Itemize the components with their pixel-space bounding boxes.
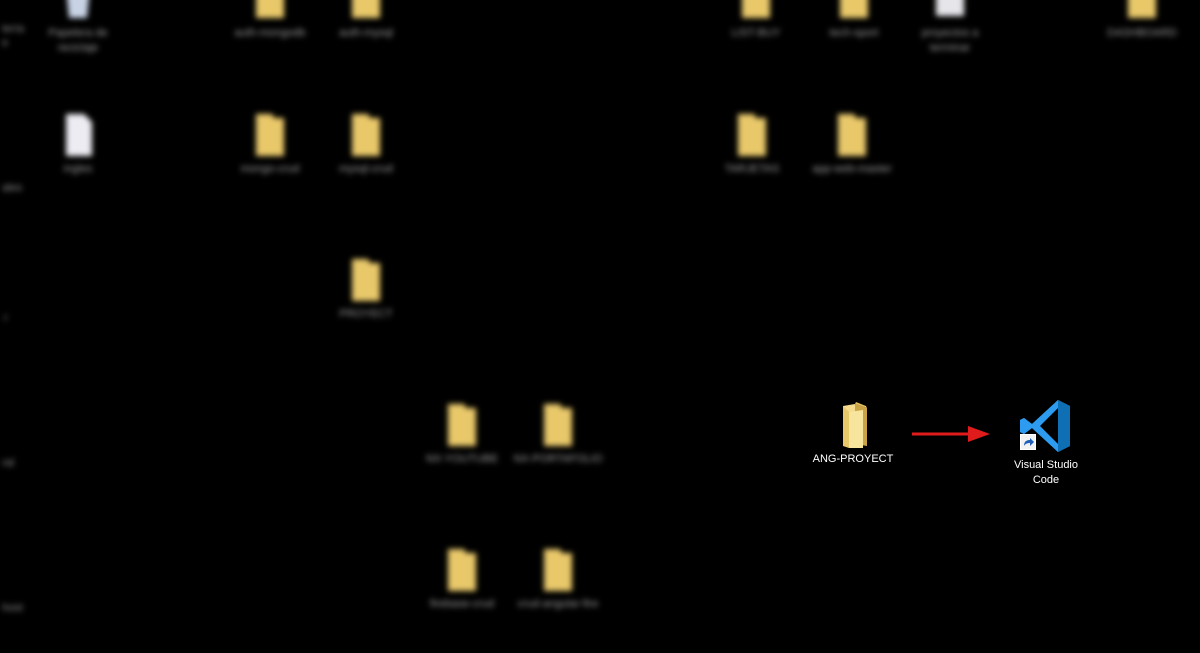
folder-icon xyxy=(838,114,866,156)
icon-label: NX-YOUTUBE xyxy=(425,453,499,465)
desktop-icon-folder[interactable]: tech-sport xyxy=(806,0,902,41)
folder-icon xyxy=(352,114,380,156)
folder-icon xyxy=(1128,0,1156,18)
icon-label: proyectos a terminar xyxy=(921,27,979,54)
folder-icon xyxy=(742,0,770,18)
desktop-icon-folder[interactable]: DASHBOARD xyxy=(1094,0,1190,41)
desktop-icon-folder[interactable]: LIST-BUY xyxy=(708,0,804,41)
desktop[interactable]: tería e ales r ral host Papelera de reci… xyxy=(0,0,1200,653)
desktop-icon-folder[interactable]: TARJETAS xyxy=(704,110,800,177)
icon-label: tech-sport xyxy=(829,27,879,39)
desktop-icon-folder[interactable]: firebase-crud xyxy=(414,545,510,612)
document-icon xyxy=(66,114,92,156)
icon-label: TARJETAS xyxy=(724,163,780,175)
desktop-icon-folder[interactable]: NX-PORTAFOLIO xyxy=(510,400,606,467)
desktop-icon-ang-proyect-folder[interactable]: ANG-PROYECT xyxy=(805,400,901,467)
edge-label: host xyxy=(2,602,23,614)
icon-label: PROYECT xyxy=(339,308,393,320)
desktop-icon-vscode-shortcut[interactable]: Visual Studio Code xyxy=(998,400,1094,488)
icon-label: crud-angular-fire xyxy=(517,598,599,610)
recycle-bin-icon xyxy=(67,0,89,18)
desktop-icon-folder[interactable]: auth-mongodb xyxy=(222,0,318,41)
icon-label: ANG-PROYECT xyxy=(812,453,894,465)
folder-icon xyxy=(352,0,380,18)
folder-icon xyxy=(738,114,766,156)
folder-icon xyxy=(840,0,868,18)
desktop-icon-folder[interactable]: mysql-crud xyxy=(318,110,414,177)
desktop-icon-document[interactable]: ingles xyxy=(30,110,126,177)
icon-label: Visual Studio Code xyxy=(1013,459,1078,486)
desktop-icon-document[interactable]: proyectos a terminar xyxy=(902,0,998,56)
icon-label: Papelera de reciclaje xyxy=(48,27,108,54)
edge-label: tería e xyxy=(2,23,25,49)
folder-icon xyxy=(448,404,476,446)
folder-icon xyxy=(544,549,572,591)
folder-icon xyxy=(448,549,476,591)
edge-label: ales xyxy=(2,182,23,194)
folder-icon xyxy=(544,404,572,446)
desktop-icon-folder[interactable]: NX-YOUTUBE xyxy=(414,400,510,467)
icon-label: auth-mysql xyxy=(339,27,393,39)
icon-label: mongo-crud xyxy=(240,163,300,175)
icon-label: mysql-crud xyxy=(339,163,393,175)
desktop-icon-folder[interactable]: app-web-master xyxy=(804,110,900,177)
icon-label: auth-mongodb xyxy=(234,27,306,39)
icon-label: ingles xyxy=(63,163,93,175)
desktop-icon-recycle-bin[interactable]: Papelera de reciclaje xyxy=(30,0,126,56)
edge-label: r xyxy=(4,312,8,324)
icon-label: firebase-crud xyxy=(429,598,495,610)
desktop-icon-folder[interactable]: auth-mysql xyxy=(318,0,414,41)
icon-label: LIST-BUY xyxy=(731,27,781,39)
desktop-icon-folder[interactable]: crud-angular-fire xyxy=(510,545,606,612)
document-icon xyxy=(936,0,964,16)
folder-icon xyxy=(843,402,867,448)
blurred-desktop-area: tería e ales r ral host Papelera de reci… xyxy=(0,0,1200,653)
shortcut-arrow-icon xyxy=(1020,434,1036,450)
folder-icon xyxy=(256,0,284,18)
icon-label: app-web-master xyxy=(812,163,892,175)
desktop-icon-folder[interactable]: PROYECT xyxy=(318,255,414,322)
icon-label: NX-PORTAFOLIO xyxy=(513,453,603,465)
folder-icon xyxy=(352,259,380,301)
icon-label: DASHBOARD xyxy=(1107,27,1177,39)
desktop-icon-folder[interactable]: mongo-crud xyxy=(222,110,318,177)
edge-label: ral xyxy=(2,457,15,469)
folder-icon xyxy=(256,114,284,156)
red-arrow-icon xyxy=(912,426,990,442)
